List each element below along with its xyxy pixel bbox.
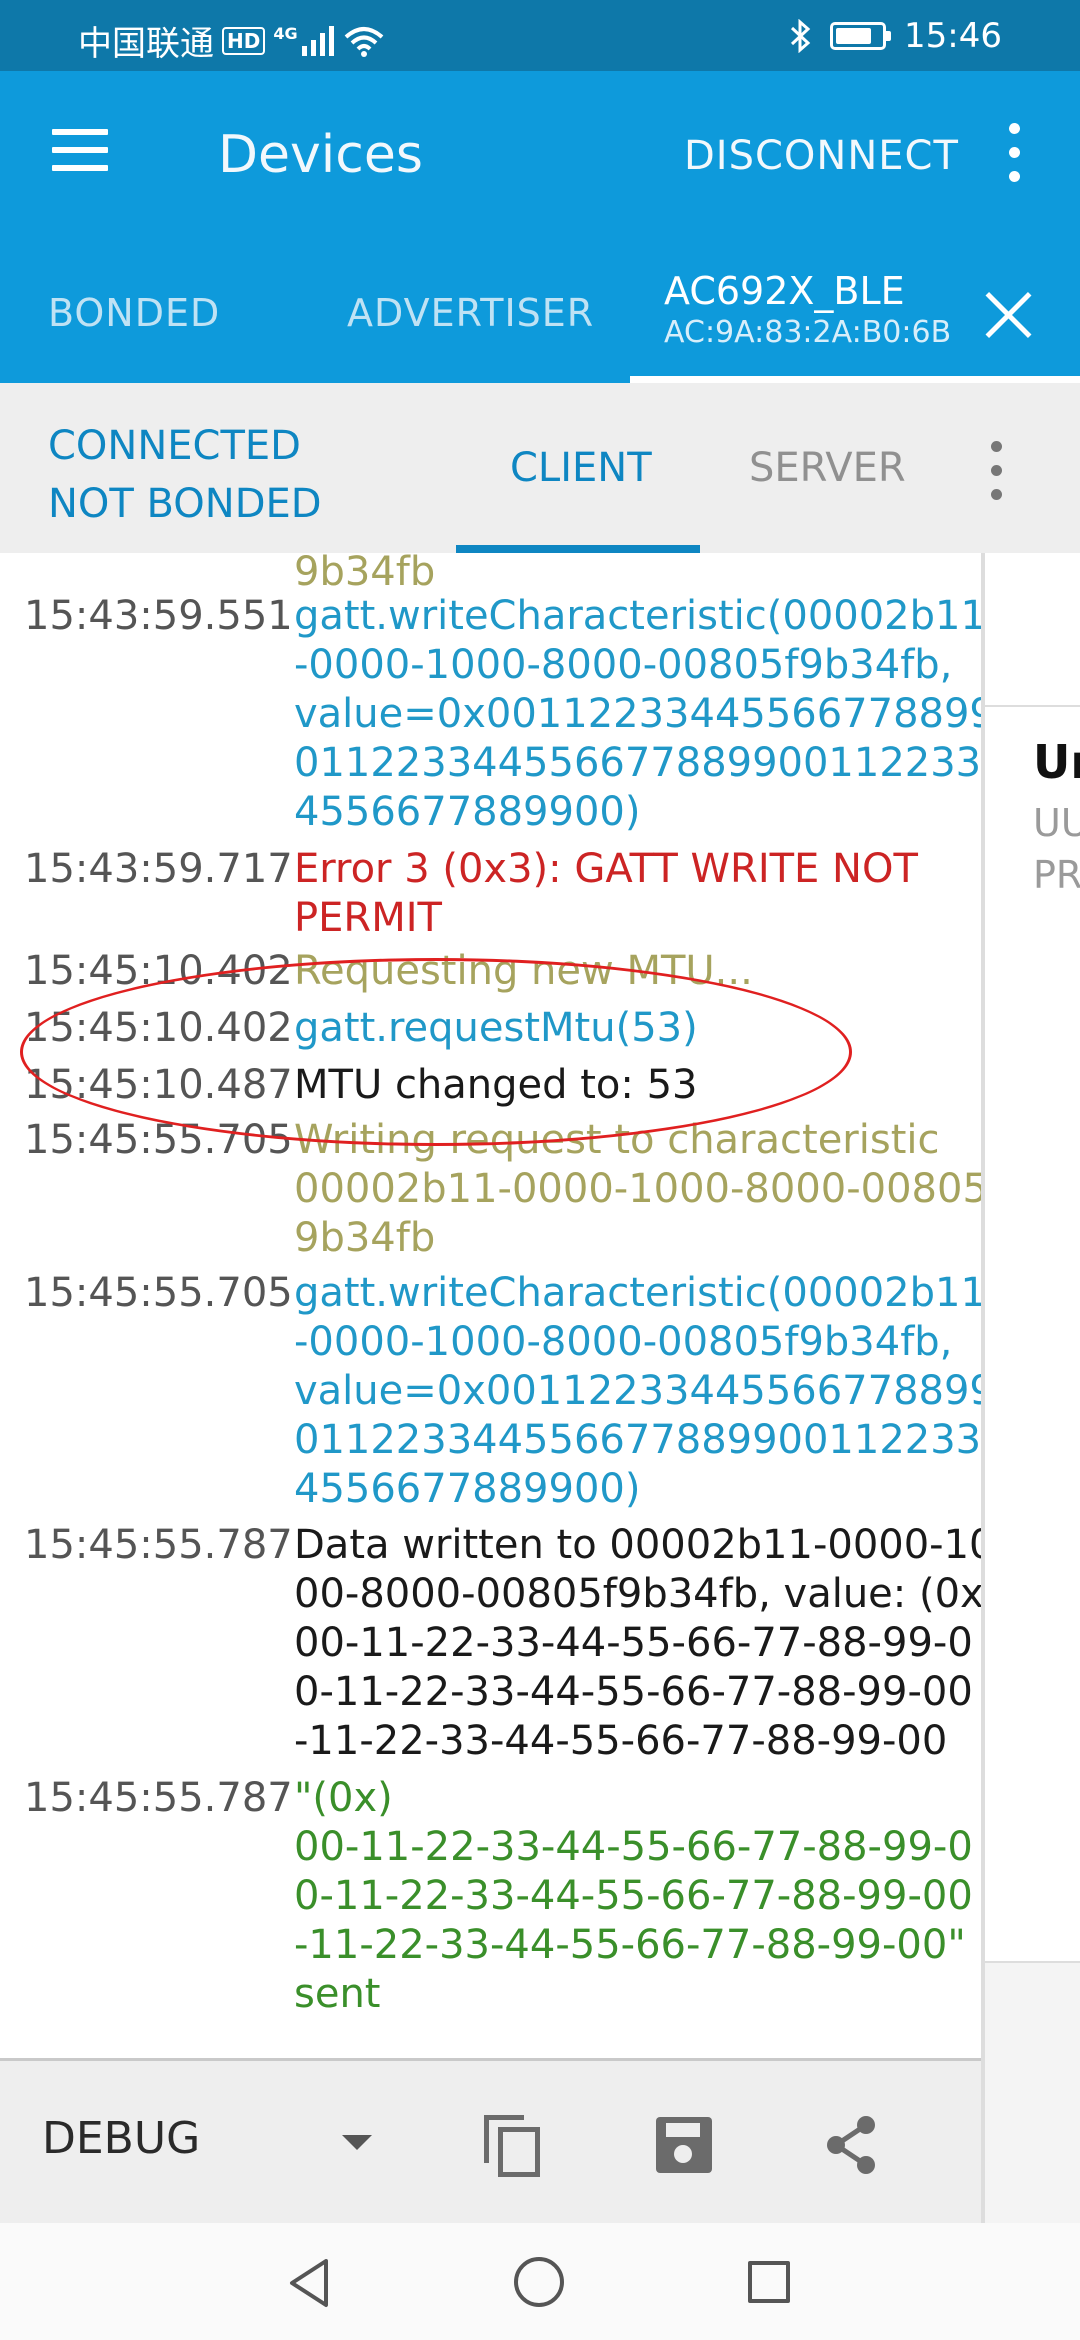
battery-icon bbox=[830, 22, 892, 50]
battery-fill bbox=[836, 28, 872, 44]
panel-footer bbox=[985, 1963, 1080, 2223]
status-right: 15:46 bbox=[790, 16, 1002, 56]
log-message: Writing request to characteristic 00002b… bbox=[294, 1117, 981, 1261]
page-title: Devices bbox=[218, 125, 423, 185]
app-bar: Devices DISCONNECT bbox=[0, 71, 1080, 241]
copy-icon[interactable] bbox=[482, 2113, 546, 2177]
hamburger-menu-icon[interactable] bbox=[52, 129, 114, 175]
log-message: gatt.writeCharacteristic(00002b11 -0000-… bbox=[294, 593, 981, 835]
bond-state: NOT BONDED bbox=[48, 481, 322, 527]
log-message: gatt.writeCharacteristic(00002b11 -0000-… bbox=[294, 1270, 981, 1512]
log-message: 9b34fb bbox=[294, 553, 436, 595]
tab-bonded[interactable]: BONDED bbox=[48, 291, 220, 335]
log-message: MTU changed to: 53 bbox=[294, 1062, 698, 1108]
log-time: 15:45:55.787 bbox=[24, 1775, 293, 1821]
service-title: Ur bbox=[1033, 735, 1080, 789]
network-type: 4G bbox=[273, 24, 298, 43]
recent-apps-icon[interactable] bbox=[740, 2253, 800, 2313]
signal-icon bbox=[301, 25, 334, 56]
log-message: "(0x) 00-11-22-33-44-55-66-77-88-99-0 0-… bbox=[294, 1775, 973, 2017]
tab-advertiser[interactable]: ADVERTISER bbox=[347, 291, 594, 335]
status-time: 15:46 bbox=[904, 16, 1002, 56]
share-icon[interactable] bbox=[820, 2113, 884, 2177]
log-time: 15:45:10.487 bbox=[24, 1062, 293, 1108]
service-uuid: UU bbox=[1033, 801, 1080, 845]
carrier-label: 中国联通 bbox=[78, 24, 214, 64]
log-time: 15:45:10.402 bbox=[24, 948, 293, 994]
back-icon[interactable] bbox=[280, 2253, 340, 2313]
tab-indicator bbox=[630, 376, 1080, 383]
service-type: PR bbox=[1033, 853, 1080, 897]
home-icon[interactable] bbox=[510, 2253, 570, 2313]
connection-bar: CONNECTED NOT BONDED CLIENT SERVER bbox=[0, 383, 1080, 553]
connection-status: CONNECTED NOT BONDED bbox=[48, 417, 322, 533]
panel-divider-line bbox=[985, 705, 1080, 707]
save-icon[interactable] bbox=[654, 2113, 718, 2177]
log-time: 15:43:59.551 bbox=[24, 593, 293, 639]
dropdown-arrow-icon[interactable] bbox=[342, 2135, 372, 2150]
log-list[interactable]: 9b34fb 15:43:59.551 gatt.writeCharacteri… bbox=[0, 553, 981, 2058]
device-name: AC692X_BLE bbox=[664, 269, 905, 313]
log-message: gatt.requestMtu(53) bbox=[294, 1005, 698, 1051]
wifi-icon bbox=[344, 26, 383, 57]
connection-state: CONNECTED bbox=[48, 423, 301, 469]
tab-device[interactable]: AC692X_BLE AC:9A:83:2A:B0:6B bbox=[664, 269, 951, 350]
hd-badge: HD bbox=[222, 26, 266, 55]
services-panel[interactable]: Ur UU PR bbox=[985, 553, 1080, 2223]
overflow-menu-icon[interactable] bbox=[1000, 123, 1030, 183]
disconnect-button[interactable]: DISCONNECT bbox=[684, 133, 959, 179]
tab-server[interactable]: SERVER bbox=[749, 445, 906, 491]
log-toolbar: DEBUG bbox=[0, 2058, 981, 2223]
navigation-bar bbox=[0, 2223, 1080, 2340]
log-message: Requesting new MTU... bbox=[294, 948, 753, 994]
device-mac: AC:9A:83:2A:B0:6B bbox=[664, 315, 952, 350]
device-tabs: BONDED ADVERTISER AC692X_BLE AC:9A:83:2A… bbox=[0, 241, 1080, 383]
log-time: 15:45:10.402 bbox=[24, 1005, 293, 1051]
log-time: 15:45:55.705 bbox=[24, 1270, 293, 1316]
bluetooth-icon bbox=[790, 19, 811, 53]
status-left: 中国联通 HD 4G bbox=[78, 16, 384, 65]
log-message: Error 3 (0x3): GATT WRITE NOT PERMIT bbox=[294, 846, 918, 941]
connection-overflow-icon[interactable] bbox=[984, 441, 1010, 501]
sub-tab-indicator bbox=[456, 545, 700, 553]
status-bar: 中国联通 HD 4G 15:46 bbox=[0, 0, 1080, 71]
log-level-select[interactable]: DEBUG bbox=[42, 2113, 200, 2164]
log-time: 15:45:55.787 bbox=[24, 1522, 293, 1568]
close-icon[interactable] bbox=[982, 289, 1034, 341]
log-message: Data written to 00002b11-0000-10 00-8000… bbox=[294, 1522, 981, 1764]
log-time: 15:43:59.717 bbox=[24, 846, 293, 892]
log-time: 15:45:55.705 bbox=[24, 1117, 293, 1163]
tab-client[interactable]: CLIENT bbox=[510, 445, 652, 491]
